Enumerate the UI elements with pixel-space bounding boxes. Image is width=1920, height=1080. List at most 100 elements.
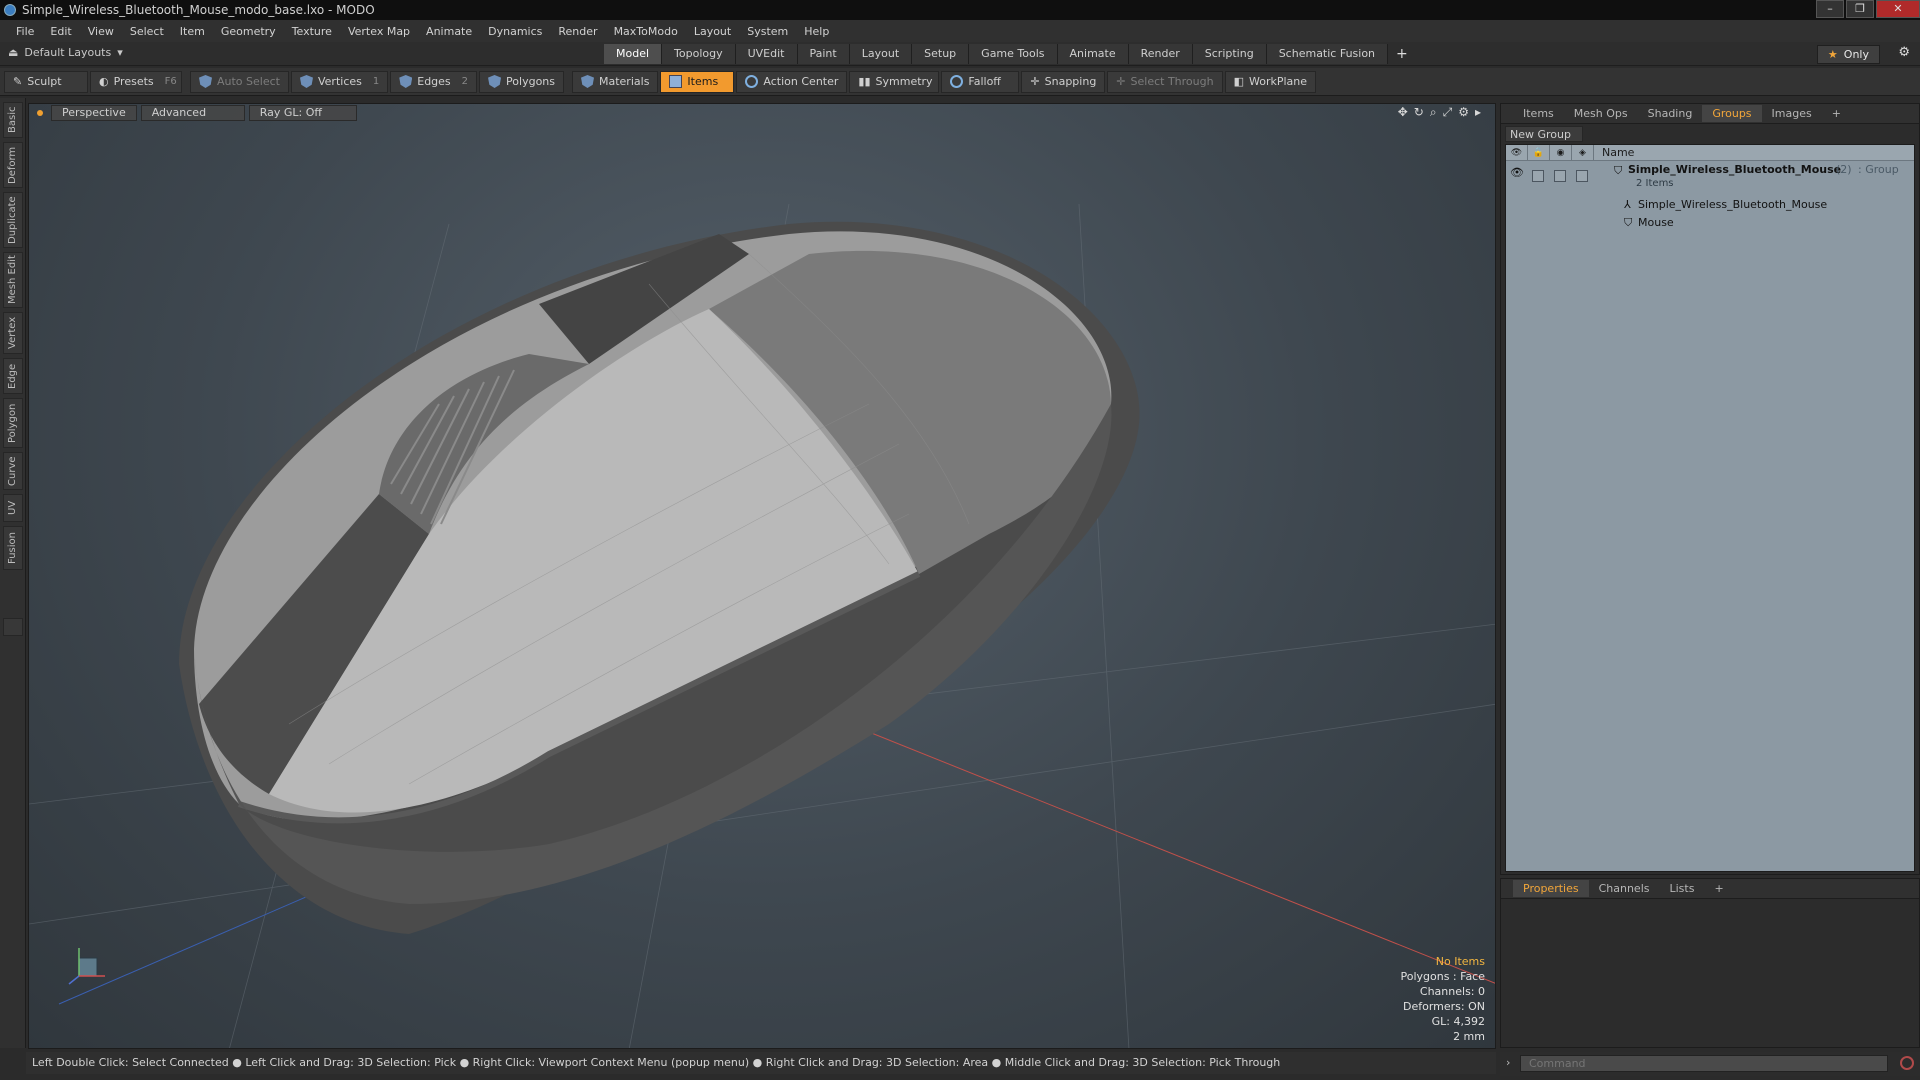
tab-images[interactable]: Images: [1762, 105, 1822, 122]
action-center-button[interactable]: Action Center: [736, 70, 848, 93]
select-toggle[interactable]: [1576, 170, 1588, 182]
list-item[interactable]: ⅄ Simple_Wireless_Bluetooth_Mouse: [1506, 197, 1914, 215]
falloff-button[interactable]: Falloff: [941, 70, 1020, 93]
menu-item[interactable]: Item: [172, 25, 213, 38]
viewport-indicator-dot[interactable]: [37, 110, 43, 116]
tab-topology[interactable]: Topology: [662, 44, 736, 64]
vtab-duplicate[interactable]: Duplicate: [3, 192, 23, 248]
render-toggle[interactable]: [1554, 170, 1566, 182]
items-cube-icon: [669, 75, 683, 88]
menu-file[interactable]: File: [8, 25, 42, 38]
render-column-icon[interactable]: ◉: [1550, 144, 1572, 161]
viewport-settings-icon[interactable]: ⚙: [1458, 105, 1469, 120]
lock-column-icon[interactable]: 🔒: [1528, 144, 1550, 161]
menu-view[interactable]: View: [80, 25, 122, 38]
auto-select-button[interactable]: Auto Select: [190, 70, 289, 93]
advanced-dropdown[interactable]: Advanced: [140, 105, 245, 121]
group-row[interactable]: 👁 ⛉ Simple_Wireless_Bluetooth_Mouse (2) …: [1506, 163, 1914, 195]
tab-render[interactable]: Render: [1128, 44, 1193, 64]
minimize-button[interactable]: –: [1816, 0, 1844, 18]
vtab-uv[interactable]: UV: [3, 494, 23, 522]
perspective-dropdown[interactable]: Perspective: [51, 105, 137, 121]
edges-button[interactable]: Edges 2: [390, 70, 478, 93]
only-button[interactable]: ★ Only: [1816, 45, 1880, 64]
menu-render[interactable]: Render: [550, 25, 605, 38]
menu-edit[interactable]: Edit: [42, 25, 79, 38]
name-column-header: Name: [1602, 146, 1635, 159]
vtab-mesh-edit[interactable]: Mesh Edit: [3, 252, 23, 308]
menu-vertex-map[interactable]: Vertex Map: [340, 25, 418, 38]
polygons-button[interactable]: Polygons: [479, 70, 564, 93]
menu-texture[interactable]: Texture: [284, 25, 340, 38]
pan-icon[interactable]: ✥: [1398, 105, 1408, 120]
menu-system[interactable]: System: [739, 25, 796, 38]
menu-layout[interactable]: Layout: [686, 25, 739, 38]
select-through-button[interactable]: ✛ Select Through: [1107, 70, 1223, 93]
presets-shortcut: F6: [164, 76, 177, 87]
tab-game-tools[interactable]: Game Tools: [969, 44, 1058, 64]
new-group-button[interactable]: New Group: [1505, 126, 1583, 142]
select-column-icon[interactable]: ◈: [1572, 144, 1594, 161]
symmetry-label: Symmetry: [875, 75, 933, 88]
rotate-icon[interactable]: ↻: [1414, 105, 1424, 120]
tab-items[interactable]: Items: [1513, 105, 1564, 122]
list-item[interactable]: ⛉ Mouse: [1506, 215, 1914, 233]
vtab-collapse[interactable]: [3, 618, 23, 636]
raygl-dropdown[interactable]: Ray GL: Off: [248, 105, 357, 121]
expand-arrow-icon[interactable]: ▸: [1475, 105, 1481, 120]
sculpt-button[interactable]: ✎ Sculpt: [4, 70, 88, 93]
menu-animate[interactable]: Animate: [418, 25, 480, 38]
vtab-edge[interactable]: Edge: [3, 358, 23, 394]
tab-model[interactable]: Model: [604, 44, 663, 64]
items-button[interactable]: Items: [660, 70, 735, 93]
child-item-name: Mouse: [1638, 216, 1674, 229]
tab-scripting[interactable]: Scripting: [1192, 44, 1267, 64]
polygons-label: Polygons: [506, 75, 555, 88]
mesh-locator-icon: ⅄: [1624, 198, 1631, 211]
zoom-icon[interactable]: ⌕: [1430, 105, 1437, 120]
tab-lists[interactable]: Lists: [1660, 880, 1705, 897]
record-macro-icon[interactable]: [1900, 1056, 1914, 1070]
3d-viewport[interactable]: Perspective Advanced Ray GL: Off ✥ ↻ ⌕ ⤢…: [28, 103, 1496, 1049]
materials-button[interactable]: Materials: [572, 70, 659, 93]
layouts-dropdown[interactable]: ⏏ Default Layouts ▾: [8, 46, 123, 59]
visibility-column-icon[interactable]: 👁: [1506, 144, 1528, 161]
tab-mesh-ops[interactable]: Mesh Ops: [1564, 105, 1638, 122]
tab-layout[interactable]: Layout: [849, 44, 913, 64]
add-tab-button[interactable]: +: [1388, 44, 1416, 64]
vtab-curve[interactable]: Curve: [3, 452, 23, 490]
menu-dynamics[interactable]: Dynamics: [480, 25, 550, 38]
command-input[interactable]: [1520, 1055, 1888, 1072]
close-button[interactable]: ✕: [1876, 0, 1920, 18]
tab-setup[interactable]: Setup: [912, 44, 970, 64]
presets-button[interactable]: ◐ Presets F6: [90, 70, 182, 93]
menu-maxtomodo[interactable]: MaxToModo: [606, 25, 686, 38]
visibility-eye-icon[interactable]: 👁: [1510, 166, 1524, 179]
add-panel-tab-button[interactable]: +: [1822, 105, 1851, 122]
add-properties-tab-button[interactable]: +: [1704, 880, 1733, 897]
tab-channels[interactable]: Channels: [1589, 880, 1660, 897]
snapping-button[interactable]: ✛ Snapping: [1021, 70, 1106, 93]
tab-animate[interactable]: Animate: [1057, 44, 1129, 64]
fit-icon[interactable]: ⤢: [1443, 105, 1453, 120]
vtab-deform[interactable]: Deform: [3, 142, 23, 188]
tab-groups[interactable]: Groups: [1702, 105, 1762, 122]
gear-icon[interactable]: ⚙: [1898, 45, 1910, 60]
workplane-button[interactable]: ◧ WorkPlane: [1224, 70, 1317, 93]
vtab-polygon[interactable]: Polygon: [3, 398, 23, 448]
maximize-button[interactable]: ❐: [1846, 0, 1874, 18]
tab-properties[interactable]: Properties: [1513, 880, 1589, 897]
vtab-vertex[interactable]: Vertex: [3, 312, 23, 354]
tab-schematic-fusion[interactable]: Schematic Fusion: [1266, 44, 1389, 64]
tab-paint[interactable]: Paint: [797, 44, 850, 64]
symmetry-button[interactable]: ▮▮ Symmetry: [849, 70, 940, 93]
vertices-button[interactable]: Vertices 1: [290, 70, 389, 93]
vtab-fusion[interactable]: Fusion: [3, 526, 23, 570]
menu-select[interactable]: Select: [122, 25, 172, 38]
menu-help[interactable]: Help: [796, 25, 837, 38]
menu-geometry[interactable]: Geometry: [213, 25, 284, 38]
vtab-basic[interactable]: Basic: [3, 102, 23, 138]
tab-uvedit[interactable]: UVEdit: [735, 44, 798, 64]
lock-toggle[interactable]: [1532, 170, 1544, 182]
tab-shading[interactable]: Shading: [1638, 105, 1703, 122]
